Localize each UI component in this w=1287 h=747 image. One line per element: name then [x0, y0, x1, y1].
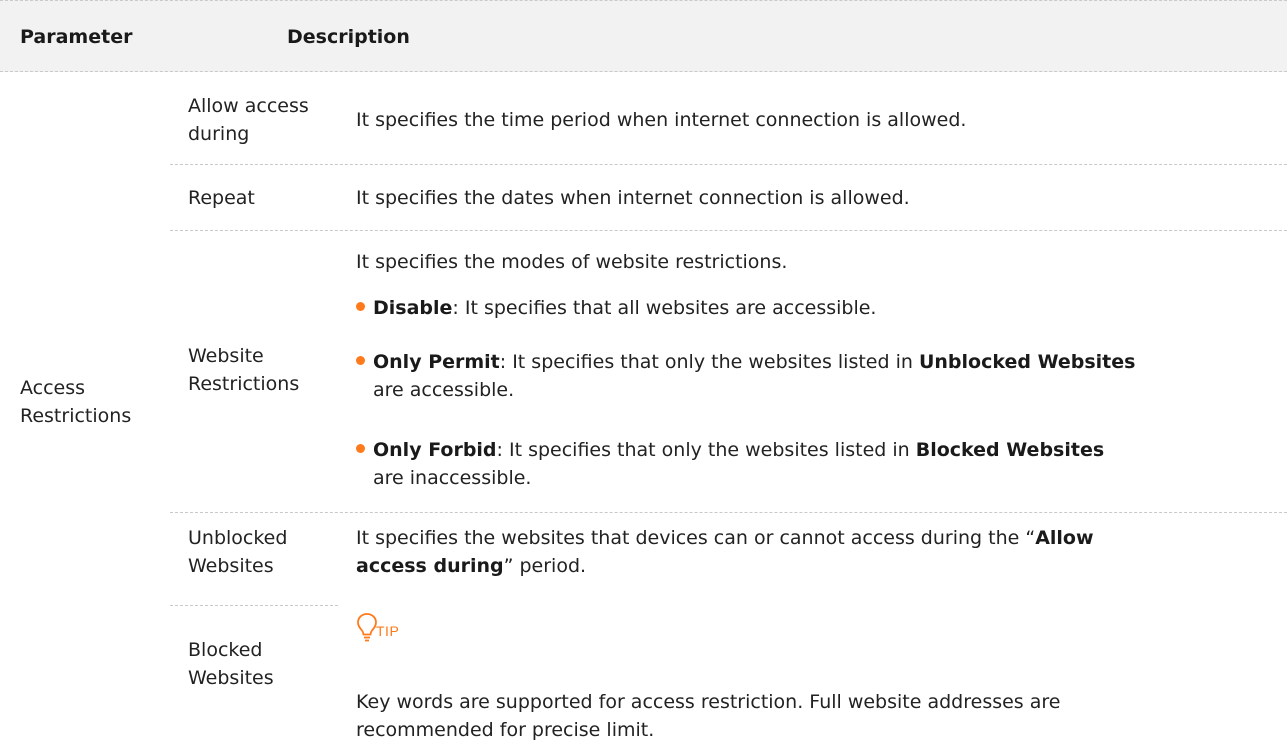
- parameter-table: Parameter Description Access Restriction…: [0, 0, 1287, 747]
- desc-websites-bold: access during: [356, 555, 504, 577]
- bullet-term: Only Permit: [373, 351, 500, 373]
- desc-allow-access: It specifies the time period when intern…: [356, 109, 967, 131]
- bullet-dot-icon: [356, 356, 365, 365]
- group-label-line1: Access: [20, 377, 86, 399]
- param-unblocked-line2: Websites: [188, 555, 274, 577]
- param-unblocked-line1: Unblocked: [188, 527, 288, 549]
- row-divider: [170, 605, 338, 606]
- bullet-disable: Disable: It specifies that all websites …: [356, 294, 1276, 322]
- bullet-only-forbid: Only Forbid: It specifies that only the …: [356, 436, 1276, 492]
- desc-website-restrictions-intro: It specifies the modes of website restri…: [356, 251, 788, 273]
- bullet-tail: are accessible.: [373, 379, 515, 401]
- bullet-text: : It specifies that all websites are acc…: [452, 297, 877, 319]
- tip-text: Key words are supported for access restr…: [356, 688, 1276, 744]
- desc-websites-bold: Allow: [1035, 527, 1094, 549]
- param-repeat: Repeat: [188, 187, 255, 209]
- row-divider: [170, 512, 1287, 513]
- param-blocked-websites: Blocked Websites: [188, 636, 338, 692]
- desc-repeat: It specifies the dates when internet con…: [356, 187, 910, 209]
- param-blocked-line1: Blocked: [188, 639, 263, 661]
- bullet-dot-icon: [356, 444, 365, 453]
- tip-text-line1: Key words are supported for access restr…: [356, 691, 1061, 713]
- row-divider: [170, 230, 1287, 231]
- param-unblocked-websites: Unblocked Websites: [188, 524, 338, 580]
- param-website-restrictions: Website Restrictions: [188, 342, 338, 398]
- desc-websites-line2: access during” period.: [356, 552, 1276, 580]
- tip-text-line2: recommended for precise limit.: [356, 719, 655, 741]
- tip-label: TIP: [376, 623, 400, 639]
- desc-websites-line1: It specifies the websites that devices c…: [356, 524, 1276, 552]
- tip-callout: TIP: [356, 612, 436, 642]
- bullet-only-permit: Only Permit: It specifies that only the …: [356, 348, 1276, 404]
- desc-websites-text: ” period.: [503, 555, 587, 577]
- bullet-text: : It specifies that only the websites li…: [499, 351, 919, 373]
- param-website-restrictions-line2: Restrictions: [188, 373, 300, 395]
- desc-websites: It specifies the websites that devices c…: [356, 524, 1276, 580]
- group-label-line2: Restrictions: [20, 405, 132, 427]
- bullet-dot-icon: [356, 302, 365, 311]
- bullet-ref: Blocked Websites: [915, 439, 1105, 461]
- bullet-tail: are inaccessible.: [373, 467, 532, 489]
- row-divider: [170, 164, 1287, 165]
- bullet-ref: Unblocked Websites: [918, 351, 1136, 373]
- bullet-term: Disable: [373, 297, 453, 319]
- header-parameter: Parameter: [20, 26, 133, 48]
- param-website-restrictions-line1: Website: [188, 345, 264, 367]
- bullet-text: : It specifies that only the websites li…: [496, 439, 916, 461]
- param-blocked-line2: Websites: [188, 667, 274, 689]
- header-description: Description: [287, 26, 410, 48]
- group-label: Access Restrictions: [20, 374, 170, 430]
- desc-websites-text: It specifies the websites that devices c…: [356, 527, 1036, 549]
- table-header-row: Parameter Description: [0, 0, 1287, 72]
- param-allow-access: Allow access during: [188, 92, 338, 148]
- param-allow-access-line1: Allow access: [188, 95, 309, 117]
- lightbulb-icon: [357, 613, 377, 642]
- bullet-term: Only Forbid: [373, 439, 497, 461]
- param-allow-access-line2: during: [188, 123, 250, 145]
